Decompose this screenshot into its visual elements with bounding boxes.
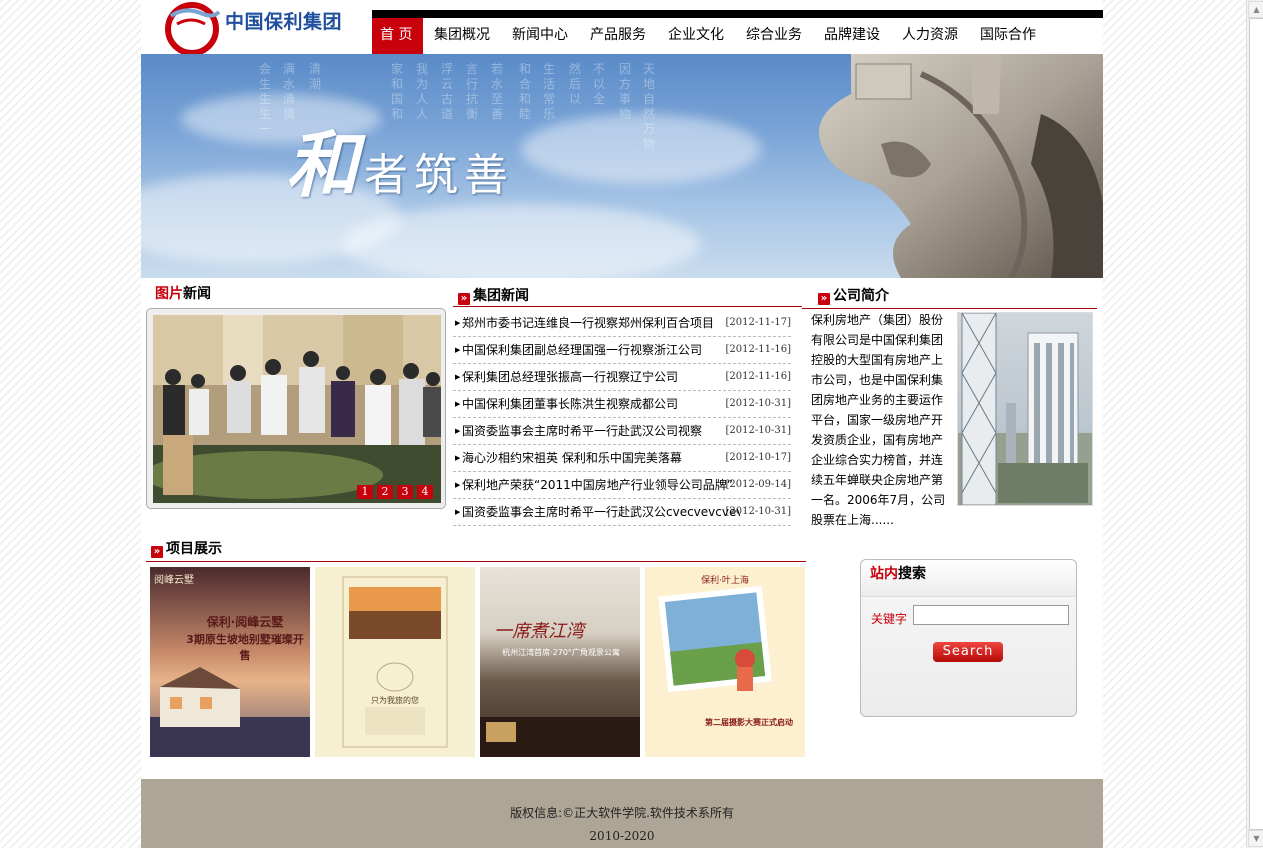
nav-item-news[interactable]: 新闻中心 — [501, 18, 579, 54]
group-news-title: » 集团新闻 — [458, 285, 529, 305]
main-nav: 首 页 集团概况 新闻中心 产品服务 企业文化 综合业务 品牌建设 人力资源 国… — [372, 18, 1103, 54]
slide-pagination: 1 2 3 4 — [357, 485, 433, 499]
project-poster[interactable]: 阅峰云墅 保利·阅峰云墅 3期原生坡地别墅璀璨开售 — [150, 567, 310, 757]
nav-item-home[interactable]: 首 页 — [372, 18, 423, 54]
site-search-box: 站内搜索 关键字 Search — [860, 559, 1077, 717]
bullet-icon: ▶ — [455, 400, 461, 408]
hero-banner: 会生生生一 满水清情 清潮 家和国和 我为人人 浮云古道 言行抗衡 若水至善 和… — [141, 54, 1103, 278]
bullet-icon: ▶ — [455, 346, 461, 354]
nav-item-overview[interactable]: 集团概况 — [423, 18, 501, 54]
projects-gallery: 阅峰云墅 保利·阅峰云墅 3期原生坡地别墅璀璨开售 只为我旅的您 一席煮江湾 杭… — [150, 567, 805, 757]
logo[interactable]: 中国保利集团 — [141, 0, 372, 54]
keyword-label: 关键字 — [871, 612, 908, 626]
footer: 版权信息:©正大软件学院.软件技术系所有 2010-2020 — [141, 779, 1103, 848]
poster-subtitle: 第二届摄影大赛正式启动 — [705, 718, 793, 727]
search-button[interactable]: Search — [933, 642, 1003, 662]
news-item: ▶国资委监事会主席时希平一行赴武汉公cvecvevcvevcvev[2012-1… — [453, 499, 791, 526]
nav-item-culture[interactable]: 企业文化 — [657, 18, 735, 54]
bullet-icon: ▶ — [455, 454, 461, 462]
bullet-icon: ▶ — [455, 427, 461, 435]
news-item: ▶ 海心沙相约宋祖英 保利和乐中国完美落幕 [2012-10-17] — [453, 445, 791, 472]
photo-news-slide[interactable]: 1 2 3 4 — [153, 315, 441, 503]
poster-caption: 只为我旅的您 — [371, 696, 419, 705]
company-profile-title: » 公司简介 — [818, 285, 889, 305]
search-title: 站内搜索 — [861, 560, 1076, 597]
company-building-image — [957, 312, 1093, 506]
page-scrollbar[interactable]: ▲ ▼ — [1246, 0, 1263, 848]
divider — [802, 308, 1097, 309]
bullet-icon: ▶ — [455, 508, 461, 516]
news-item: ▶ 中国保利集团副总经理国强一行视察浙江公司 [2012-11-16] — [453, 337, 791, 364]
slide-dot-1[interactable]: 1 — [357, 485, 373, 499]
projects-title: » 项目展示 — [151, 538, 222, 558]
divider — [453, 306, 802, 307]
slide-dot-4[interactable]: 4 — [417, 485, 433, 499]
logo-text: 中国保利集团 — [225, 11, 343, 33]
project-poster[interactable]: 只为我旅的您 — [315, 567, 475, 757]
company-profile-text: 保利房地产（集团）股份有限公司是中国保利集团控股的大型国有房地产上市公司，也是中… — [811, 313, 946, 527]
scroll-down-icon[interactable]: ▼ — [1248, 830, 1263, 847]
keyword-input[interactable] — [913, 605, 1069, 625]
nav-item-international[interactable]: 国际合作 — [969, 18, 1047, 54]
news-item: ▶ 中国保利集团董事长陈洪生视察成都公司 [2012-10-31] — [453, 391, 791, 418]
bullet-icon: ▶ — [455, 373, 461, 381]
arrow-right-icon: » — [151, 546, 163, 558]
news-item: ▶ 郑州市委书记连维良一行视察郑州保利百合项目 [2012-11-17] — [453, 310, 791, 337]
news-item: ▶ 保利地产荣获“2011中国房地产行业领导公司品牌” [2012-09-14] — [453, 472, 791, 499]
copyright-years: 2010-2020 — [589, 829, 655, 843]
slide-dot-3[interactable]: 3 — [397, 485, 413, 499]
banner-slogan: 和者筑善 — [286, 122, 515, 207]
scroll-up-icon[interactable]: ▲ — [1248, 1, 1263, 18]
photo-news-box: 1 2 3 4 — [146, 308, 446, 509]
slide-dot-2[interactable]: 2 — [377, 485, 393, 499]
scroll-thumb[interactable] — [1249, 18, 1263, 830]
arrow-right-icon: » — [458, 293, 470, 305]
header-black-bar — [372, 10, 1103, 18]
nav-item-products[interactable]: 产品服务 — [579, 18, 657, 54]
photo-news-title: 图片新闻 — [155, 286, 211, 302]
project-poster[interactable]: 保利·叶上海 第二届摄影大赛正式启动 — [645, 567, 805, 757]
poly-logo-icon — [165, 2, 221, 54]
news-item: ▶ 国资委监事会主席时希平一行赴武汉公司视察 [2012-10-31] — [453, 418, 791, 445]
news-photo-image — [153, 315, 441, 503]
news-item: ▶ 保利集团总经理张振高一行视察辽宁公司 [2012-11-16] — [453, 364, 791, 391]
bullet-icon: ▶ — [455, 319, 461, 327]
divider — [146, 561, 806, 562]
arrow-right-icon: » — [818, 293, 830, 305]
nav-item-hr[interactable]: 人力资源 — [891, 18, 969, 54]
copyright-text: 版权信息:©正大软件学院.软件技术系所有 — [510, 806, 734, 820]
project-poster[interactable]: 一席煮江湾 杭州江湾首席·270°广角观景公寓 — [480, 567, 640, 757]
group-news-list: ▶ 郑州市委书记连维良一行视察郑州保利百合项目 [2012-11-17] ▶ 中国保利… — [453, 310, 791, 526]
nav-item-brand[interactable]: 品牌建设 — [813, 18, 891, 54]
page-container: 中国保利集团 首 页 集团概况 新闻中心 产品服务 企业文化 综合业务 品牌建设… — [141, 0, 1103, 848]
nav-item-business[interactable]: 综合业务 — [735, 18, 813, 54]
bullet-icon: ▶ — [455, 481, 461, 489]
stone-statue-image — [819, 54, 1103, 278]
